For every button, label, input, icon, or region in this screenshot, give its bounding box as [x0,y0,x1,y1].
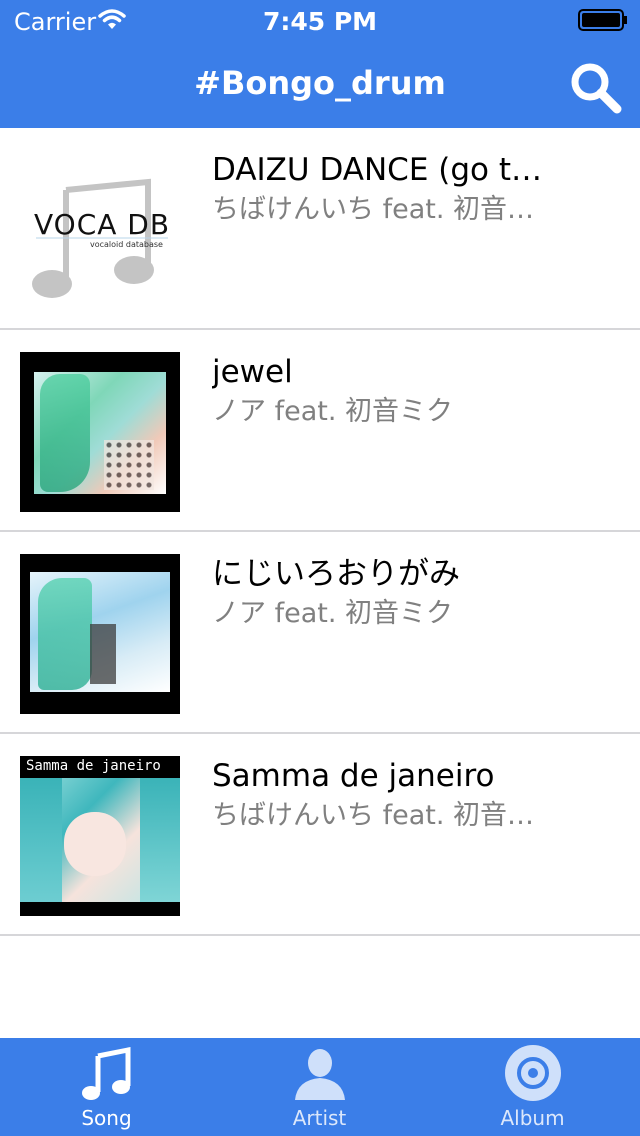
song-row[interactable]: VOCA DB vocaloid database DAIZU DANCE (g… [0,128,640,330]
song-artwork [20,352,180,512]
artwork-caption: Samma de janeiro [26,758,161,774]
song-row[interactable]: Samma de janeiro Samma de janeiro ちばけんいち… [0,734,640,936]
person-icon [295,1049,345,1100]
search-icon[interactable] [566,58,624,116]
song-title: jewel [212,354,293,390]
song-row[interactable]: にじいろおりがみ ノア feat. 初音ミク [0,532,640,734]
song-title: にじいろおりがみ [212,556,460,592]
song-artwork: VOCA DB vocaloid database [20,150,180,310]
tab-label: Album [500,1106,565,1130]
song-list: VOCA DB vocaloid database DAIZU DANCE (g… [0,128,640,936]
battery-icon [578,9,627,31]
song-title: DAIZU DANCE (go t… [212,152,542,188]
song-artist: ちばけんいち feat. 初音… [212,194,534,225]
header-bar: Carrier 7:45 PM #Bongo_drum [0,0,640,128]
tab-bar: Song Artist Album [0,1038,640,1136]
vocadb-logo-text: VOCA DB [34,208,171,241]
music-note-icon [82,1046,131,1100]
tab-song[interactable]: Song [0,1038,213,1136]
song-artwork [20,554,180,714]
song-artist: ちばけんいち feat. 初音… [212,800,534,831]
tab-artist[interactable]: Artist [213,1038,426,1136]
page-title: #Bongo_drum [194,64,446,102]
song-artist: ノア feat. 初音ミク [212,396,453,427]
song-artwork: Samma de janeiro [20,756,180,916]
song-row[interactable]: jewel ノア feat. 初音ミク [0,330,640,532]
song-title: Samma de janeiro [212,758,495,794]
status-bar: Carrier 7:45 PM [0,0,640,40]
status-time: 7:45 PM [262,7,378,36]
song-artist: ノア feat. 初音ミク [212,598,453,629]
vocadb-logo-subtext: vocaloid database [90,240,163,249]
tab-album[interactable]: Album [426,1038,639,1136]
disc-icon [505,1045,561,1101]
tab-label: Song [81,1106,132,1130]
tab-label: Artist [292,1106,347,1130]
